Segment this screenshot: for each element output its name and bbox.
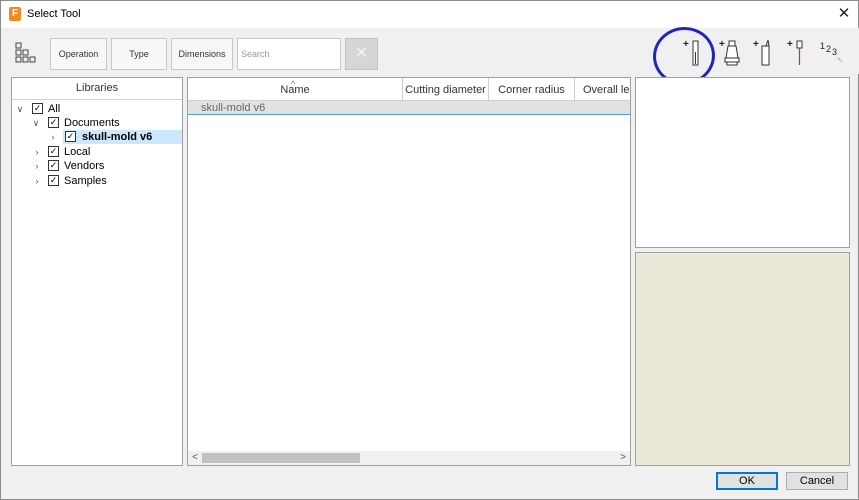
tool-3d-preview-panel <box>635 252 850 466</box>
svg-text:+: + <box>719 39 725 50</box>
tree-item-label: Samples <box>64 175 107 187</box>
chevron-right-icon[interactable]: › <box>32 174 42 188</box>
app-logo-icon: F <box>9 7 21 21</box>
scroll-left-icon[interactable]: < <box>188 451 202 465</box>
close-icon[interactable]: ✕ <box>834 4 854 24</box>
tree-item-samples[interactable]: › ✓ Samples <box>31 174 181 188</box>
group-row-label: skull-mold v6 <box>201 102 266 114</box>
column-header-name[interactable]: ^ Name <box>188 78 403 101</box>
checkbox-checked-icon[interactable]: ✓ <box>48 175 59 186</box>
new-probe-icon[interactable]: + <box>786 38 814 68</box>
tree-item-label: Documents <box>64 117 120 129</box>
table-group-row[interactable]: skull-mold v6 <box>188 101 630 115</box>
tree-item-all[interactable]: ∨ ✓ All <box>15 102 175 116</box>
chevron-right-icon[interactable]: › <box>32 159 42 173</box>
column-header-overall-length[interactable]: Overall length <box>575 78 630 101</box>
svg-text:2: 2 <box>826 44 831 54</box>
column-header-cutting-diameter[interactable]: Cutting diameter <box>403 78 489 101</box>
tree-item-label: Local <box>64 146 91 158</box>
horizontal-scrollbar[interactable]: < > <box>188 451 630 465</box>
cancel-button[interactable]: Cancel <box>786 472 848 490</box>
column-header-corner-radius[interactable]: Corner radius <box>489 78 575 101</box>
tree-item-documents[interactable]: ∨ ✓ Documents <box>31 116 181 130</box>
search-placeholder: Search <box>241 49 270 59</box>
chevron-down-icon[interactable]: ∨ <box>31 116 41 130</box>
libraries-header: Libraries <box>12 78 182 100</box>
svg-text:3: 3 <box>832 47 837 57</box>
tree-item-vendors[interactable]: › ✓ Vendors <box>31 159 181 173</box>
tree-item-local[interactable]: › ✓ Local <box>31 145 181 159</box>
sort-ascending-icon: ^ <box>291 79 296 89</box>
checkbox-checked-icon[interactable]: ✓ <box>32 103 43 114</box>
svg-text:1: 1 <box>820 41 825 51</box>
search-input[interactable]: Search <box>237 38 341 70</box>
chevron-right-icon[interactable]: › <box>48 130 58 144</box>
svg-text:+: + <box>753 39 759 50</box>
chevron-down-icon[interactable]: ∨ <box>15 102 25 116</box>
checkbox-checked-icon[interactable]: ✓ <box>48 160 59 171</box>
ok-button[interactable]: OK <box>716 472 778 490</box>
checkbox-checked-icon[interactable]: ✓ <box>65 131 76 142</box>
new-turning-tool-icon[interactable]: + <box>752 38 780 68</box>
dimensions-filter-button[interactable]: Dimensions <box>171 38 233 70</box>
select-tool-dialog: F Select Tool ✕ Operation Type Dimension… <box>0 0 859 500</box>
tree-item-label: All <box>48 103 61 115</box>
tool-table: ^ Name Cutting diameter Corner radius Ov… <box>187 77 631 466</box>
scrollbar-thumb[interactable] <box>202 453 360 463</box>
toolbar: Operation Type Dimensions Search ✕ + + + <box>2 28 859 74</box>
renumber-tools-icon[interactable]: 1 2 3 <box>818 38 846 68</box>
new-holder-icon[interactable]: + <box>718 38 746 68</box>
checkbox-checked-icon[interactable]: ✓ <box>48 146 59 157</box>
tree-item-label: Vendors <box>64 160 105 172</box>
chevron-right-icon[interactable]: › <box>32 145 42 159</box>
svg-text:+: + <box>787 39 793 50</box>
library-grid-icon[interactable] <box>15 42 39 66</box>
tree-item-skull-mold[interactable]: › ✓ skull-mold v6 <box>47 130 181 144</box>
tool-preview-panel <box>635 77 850 248</box>
scroll-right-icon[interactable]: > <box>616 451 630 465</box>
window-title: Select Tool <box>27 8 81 20</box>
checkbox-checked-icon[interactable]: ✓ <box>48 117 59 128</box>
type-filter-button[interactable]: Type <box>111 38 167 70</box>
clear-search-button[interactable]: ✕ <box>345 38 378 70</box>
title-bar: F Select Tool ✕ <box>1 1 858 28</box>
tree-item-label: skull-mold v6 <box>82 131 153 143</box>
operation-filter-button[interactable]: Operation <box>50 38 107 70</box>
